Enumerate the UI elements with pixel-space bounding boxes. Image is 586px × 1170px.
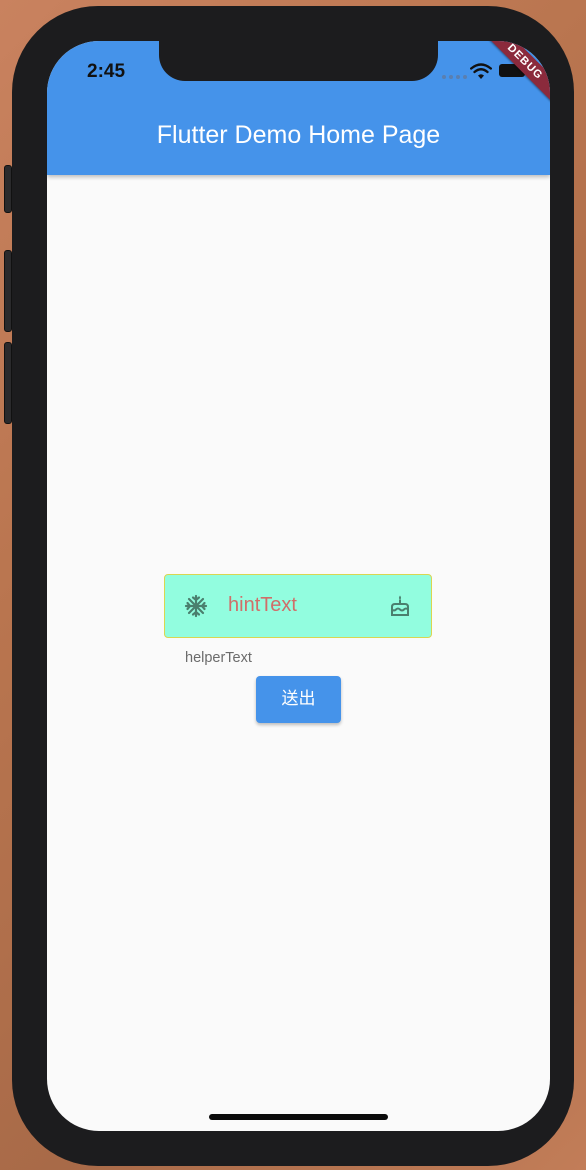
notch xyxy=(159,41,438,81)
snowflake-icon xyxy=(184,594,208,618)
home-indicator[interactable] xyxy=(209,1114,388,1120)
volume-down-button xyxy=(4,342,12,424)
send-button[interactable]: 送出 xyxy=(256,676,341,723)
page-title: Flutter Demo Home Page xyxy=(156,121,441,149)
text-input[interactable]: hintText xyxy=(164,574,432,638)
volume-up-button xyxy=(4,250,12,332)
status-time: 2:45 xyxy=(87,61,126,82)
app-bar: 2:45 DEBUG Flutter Demo Home Page xyxy=(47,41,550,175)
hint-text: hintText xyxy=(228,594,297,616)
silent-switch xyxy=(4,165,12,213)
helper-text: helperText xyxy=(185,650,252,666)
wifi-icon xyxy=(470,63,492,79)
cake-icon[interactable] xyxy=(388,594,412,618)
screen: 2:45 DEBUG Flutter Demo Home Page hintTe… xyxy=(47,41,550,1131)
cellular-signal-icon xyxy=(442,75,467,79)
